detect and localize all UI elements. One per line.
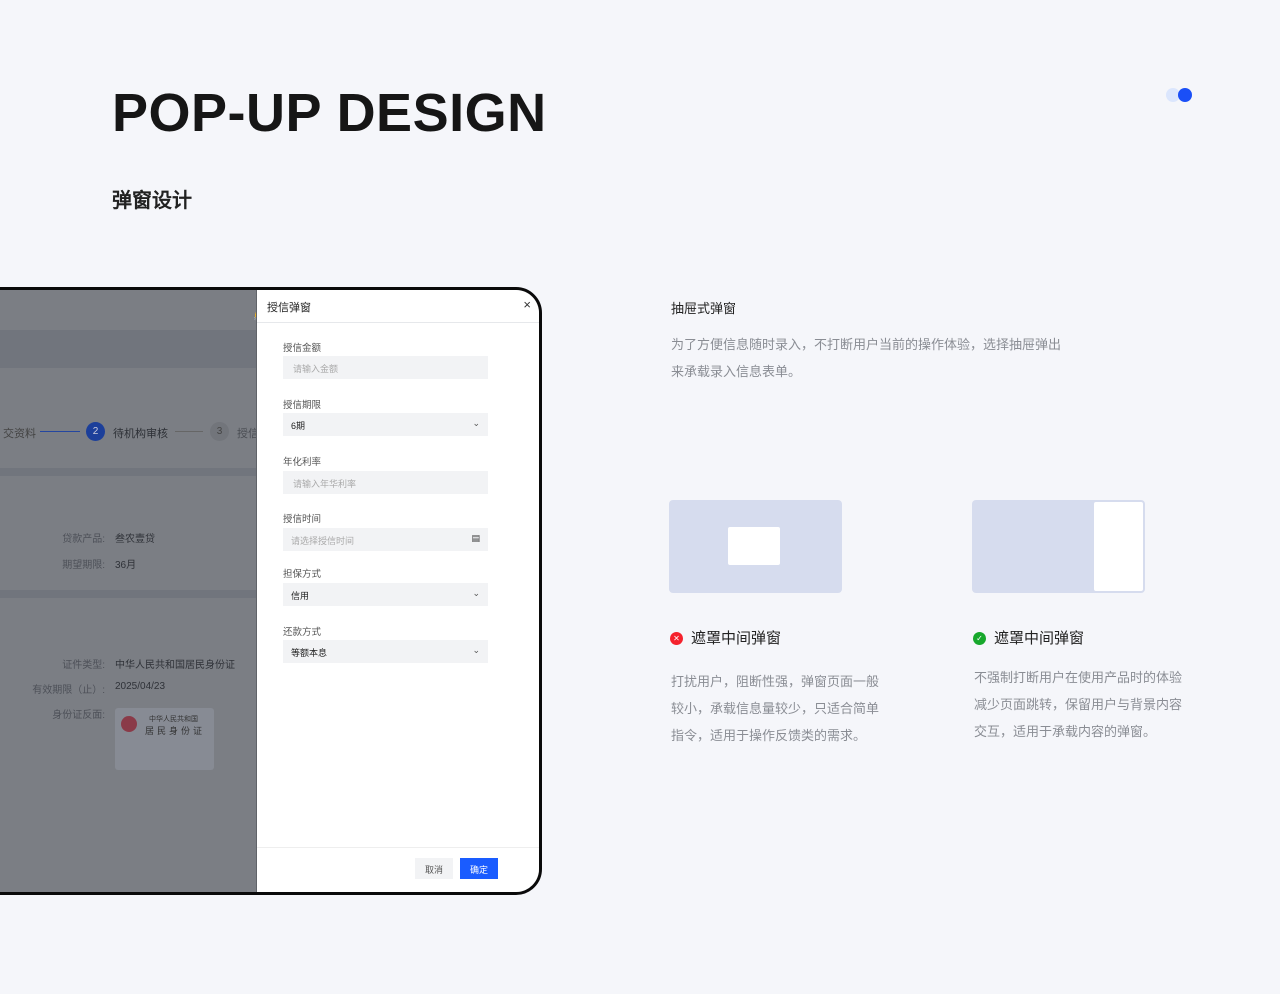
term-select[interactable]: 6期 ⌄ — [283, 413, 488, 436]
close-icon[interactable]: × — [523, 297, 531, 312]
id-card-line2: 居民身份证 — [145, 727, 206, 737]
field-label: 年化利率 — [283, 457, 322, 468]
divider — [0, 590, 289, 598]
field-label: 授信期限 — [283, 400, 322, 411]
step-line — [40, 431, 80, 432]
step-2-number: 2 — [86, 422, 105, 441]
desc-line: 打扰用户，阻断性强，弹窗页面一般 — [671, 674, 880, 689]
rate-input[interactable]: 请输入年华利率 — [283, 471, 488, 494]
error-icon: ✕ — [670, 632, 683, 645]
info-key: 期望期限: — [62, 560, 105, 571]
desc-line: 交互，适用于承载内容的弹窗。 — [974, 724, 1157, 739]
drawer-footer: 取消 确定 — [257, 847, 539, 892]
field-label: 担保方式 — [283, 569, 322, 580]
chevron-down-icon: ⌄ — [472, 588, 480, 598]
info-key: 证件类型: — [62, 660, 105, 671]
date-picker[interactable]: 请选择授信时间 ▤ — [283, 528, 488, 551]
info-value: 36月 — [115, 560, 137, 571]
nav-band — [0, 330, 289, 368]
drawer-header: 授信弹窗 — [257, 290, 539, 323]
step-2: 待机构审核 — [113, 428, 168, 440]
confirm-button[interactable]: 确定 — [460, 858, 499, 879]
drawer-title: 授信弹窗 — [267, 302, 311, 314]
term-value: 6期 — [291, 421, 306, 431]
good-option-desc: 不强制打断用户在使用产品时的体验 减少页面跳转，保留用户与背景内容 交互，适用于承载… — [974, 664, 1182, 745]
section-title: 抽屉式弹窗 — [671, 301, 737, 316]
info-key: 有效期限（止）: — [32, 685, 105, 696]
drawer-illustration — [972, 500, 1145, 593]
drawer-shape — [1094, 502, 1143, 591]
center-modal-illustration — [669, 500, 842, 593]
intro-desc: 为了方便信息随时录入，不打断用户当前的操作体验，选择抽屉弹出 来承载录入信息表单。 — [671, 331, 1061, 385]
bad-option-title: ✕ 遮罩中间弹窗 — [670, 627, 781, 648]
guarantee-select[interactable]: 信用 ⌄ — [283, 583, 488, 606]
check-icon: ✓ — [973, 632, 986, 645]
page-subtitle: 弹窗设计 — [112, 190, 192, 212]
option-title: 遮罩中间弹窗 — [691, 630, 782, 647]
id-card-line1: 中华人民共和国 — [149, 715, 198, 723]
field-label: 授信金额 — [283, 343, 322, 354]
info-value: 2025/04/23 — [115, 681, 166, 692]
device-mockup: 👏 欢迎 交资料 2 待机构审核 3 授信完成 贷款产品: 叁农壹贷 期望期限:… — [0, 287, 542, 895]
amount-input[interactable]: 请输入金额 — [283, 356, 488, 379]
cancel-button[interactable]: 取消 — [415, 858, 454, 879]
desc-line: 减少页面跳转，保留用户与背景内容 — [974, 697, 1183, 712]
divider — [0, 468, 289, 476]
desc-line: 来承载录入信息表单。 — [671, 364, 802, 379]
drawer-panel: 授信弹窗 × 授信金额 请输入金额 授信期限 6期 ⌄ 年化利率 请输入年华利率 … — [256, 290, 539, 892]
emblem-icon — [121, 716, 137, 732]
repayment-select[interactable]: 等额本息 ⌄ — [283, 640, 488, 663]
step-line — [175, 431, 203, 432]
page-title: POP-UP DESIGN — [112, 83, 547, 143]
info-key: 贷款产品: — [62, 534, 105, 545]
guarantee-value: 信用 — [291, 591, 310, 601]
info-value: 中华人民共和国居民身份证 — [115, 660, 235, 671]
field-label: 还款方式 — [283, 627, 322, 638]
good-option-title: ✓ 遮罩中间弹窗 — [973, 627, 1084, 648]
modal-shape — [728, 527, 780, 565]
desc-line: 指令，适用于操作反馈类的需求。 — [671, 728, 867, 743]
desc-line: 为了方便信息随时录入，不打断用户当前的操作体验，选择抽屉弹出 — [671, 337, 1062, 352]
step-3-number: 3 — [210, 422, 229, 441]
desc-line: 较小，承载信息量较少，只适合简单 — [671, 701, 880, 716]
info-value: 叁农壹贷 — [115, 534, 155, 545]
bad-option-desc: 打扰用户，阻断性强，弹窗页面一般 较小，承载信息量较少，只适合简单 指令，适用于操作… — [671, 668, 879, 749]
id-card-image: 中华人民共和国 居民身份证 — [115, 708, 214, 770]
desc-line: 不强制打断用户在使用产品时的体验 — [974, 670, 1183, 685]
chevron-down-icon: ⌄ — [472, 418, 480, 428]
decor-dot-icon — [1178, 88, 1192, 102]
info-key: 身份证反面: — [52, 710, 105, 721]
option-title: 遮罩中间弹窗 — [994, 630, 1085, 647]
field-label: 授信时间 — [283, 514, 322, 525]
step-1: 交资料 — [3, 428, 36, 440]
repayment-value: 等额本息 — [291, 648, 328, 658]
chevron-down-icon: ⌄ — [472, 645, 480, 655]
calendar-icon: ▤ — [471, 533, 480, 543]
date-placeholder: 请选择授信时间 — [291, 536, 355, 546]
